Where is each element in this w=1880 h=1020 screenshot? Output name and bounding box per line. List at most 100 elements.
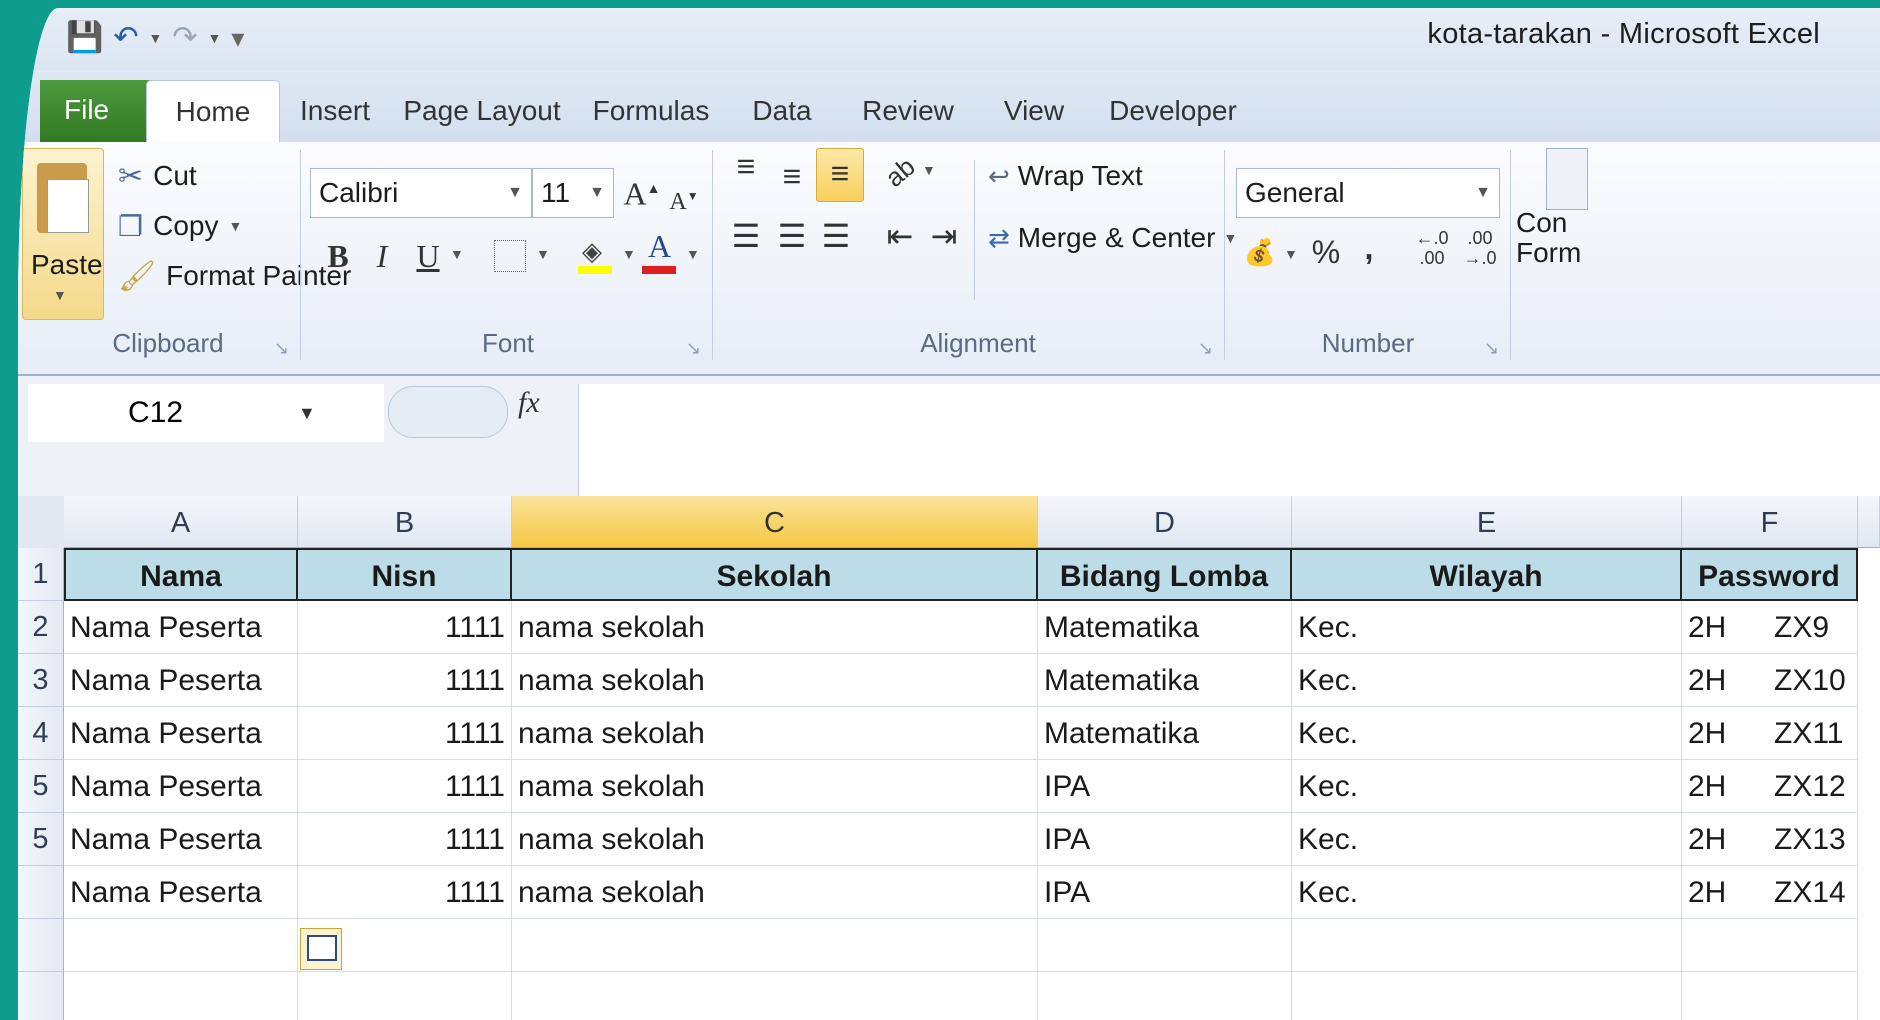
save-icon[interactable]: 💾 (66, 16, 103, 60)
align-bottom-icon[interactable]: ≡ (816, 148, 864, 202)
accounting-dropdown-icon[interactable]: ▼ (1284, 246, 1298, 262)
column-header-b[interactable]: B (298, 496, 512, 548)
cell-b7[interactable]: 1111 (298, 866, 512, 919)
fill-dropdown-icon[interactable]: ▼ (622, 246, 636, 262)
column-header-g[interactable] (1858, 496, 1880, 548)
worksheet-grid[interactable]: A B C D E F 1 2 3 4 5 5 Nama Nisn Sekola… (18, 496, 1880, 1020)
cell-d8[interactable] (1038, 919, 1292, 972)
conditional-formatting-button[interactable]: Con Form (1516, 208, 1581, 268)
cell-f4[interactable]: 2H ZX11 (1682, 707, 1858, 760)
cell-f8[interactable] (1682, 919, 1858, 972)
tab-home[interactable]: Home (146, 80, 280, 145)
comma-button[interactable]: , (1354, 224, 1384, 272)
column-header-a[interactable]: A (64, 496, 298, 548)
cell-e8[interactable] (1292, 919, 1682, 972)
cell-c3[interactable]: nama sekolah (512, 654, 1038, 707)
shrink-font-icon[interactable]: A▼ (666, 172, 702, 226)
row-header-7[interactable] (18, 866, 64, 919)
cell-a6[interactable]: Nama Peserta (64, 813, 298, 866)
select-all-button[interactable] (18, 496, 65, 549)
cell-f9[interactable] (1682, 972, 1858, 1020)
bold-button[interactable]: B (318, 232, 358, 280)
clipboard-launcher-icon[interactable]: ↘ (274, 338, 289, 359)
tab-file[interactable]: File (40, 80, 160, 142)
wrap-text-button[interactable]: ↩ Wrap Text (988, 152, 1143, 200)
italic-button[interactable]: I (362, 232, 402, 280)
underline-dropdown-icon[interactable]: ▼ (450, 246, 464, 262)
row-header-8[interactable] (18, 919, 64, 972)
cell-a2[interactable]: Nama Peserta (64, 601, 298, 654)
cell-e6[interactable]: Kec. (1292, 813, 1682, 866)
cell-d4[interactable]: Matematika (1038, 707, 1292, 760)
cell-b4[interactable]: 1111 (298, 707, 512, 760)
header-cell-nama[interactable]: Nama (64, 548, 298, 601)
tab-review[interactable]: Review (836, 80, 980, 142)
cell-a4[interactable]: Nama Peserta (64, 707, 298, 760)
undo-icon[interactable]: ↶ (113, 16, 138, 60)
tab-view[interactable]: View (982, 80, 1086, 142)
header-cell-nisn[interactable]: Nisn (298, 548, 512, 601)
copy-button[interactable]: ❐ Copy ▼ (118, 202, 242, 250)
cell-f2[interactable]: 2H ZX9 (1682, 601, 1858, 654)
number-format-combo[interactable]: General ▼ (1236, 168, 1500, 218)
cell-c4[interactable]: nama sekolah (512, 707, 1038, 760)
row-header-6[interactable]: 5 (18, 813, 64, 866)
accounting-format-icon[interactable]: 💰 (1240, 228, 1280, 276)
cell-e9[interactable] (1292, 972, 1682, 1020)
row-header-5[interactable]: 5 (18, 760, 64, 813)
row-header-4[interactable]: 4 (18, 707, 64, 760)
header-cell-wilayah[interactable]: Wilayah (1292, 548, 1682, 601)
cell-e7[interactable]: Kec. (1292, 866, 1682, 919)
increase-indent-icon[interactable]: ⇥ (924, 212, 964, 260)
cell-c5[interactable]: nama sekolah (512, 760, 1038, 813)
header-cell-password[interactable]: Password (1682, 548, 1858, 601)
redo-icon[interactable]: ↷ (172, 16, 197, 60)
increase-decimal-icon[interactable]: ←.0.00 (1412, 228, 1452, 268)
row-header-1[interactable]: 1 (18, 548, 64, 601)
cell-d7[interactable]: IPA (1038, 866, 1292, 919)
cell-a3[interactable]: Nama Peserta (64, 654, 298, 707)
cell-a5[interactable]: Nama Peserta (64, 760, 298, 813)
header-cell-bidang-lomba[interactable]: Bidang Lomba (1038, 548, 1292, 601)
font-color-icon[interactable]: A (642, 228, 678, 276)
column-header-d[interactable]: D (1038, 496, 1292, 548)
align-center-icon[interactable]: ☰ (772, 212, 812, 260)
fill-color-icon[interactable]: ◈ (578, 232, 614, 276)
cell-f5[interactable]: 2H ZX12 (1682, 760, 1858, 813)
tab-data[interactable]: Data (730, 80, 834, 142)
insert-function-icon[interactable]: fx (518, 386, 540, 420)
paste-button[interactable]: Paste ▼ (22, 148, 104, 320)
borders-dropdown-icon[interactable]: ▼ (536, 246, 550, 262)
cell-f3[interactable]: 2H ZX10 (1682, 654, 1858, 707)
header-cell-sekolah[interactable]: Sekolah (512, 548, 1038, 601)
font-launcher-icon[interactable]: ↘ (686, 338, 701, 359)
paste-options-button[interactable] (300, 928, 342, 970)
decrease-indent-icon[interactable]: ⇤ (880, 212, 920, 260)
cell-e2[interactable]: Kec. (1292, 601, 1682, 654)
cell-c9[interactable] (512, 972, 1038, 1020)
percent-button[interactable]: % (1306, 228, 1346, 276)
align-right-icon[interactable]: ☰ (816, 212, 856, 260)
cell-a8[interactable] (64, 919, 298, 972)
row-header-2[interactable]: 2 (18, 601, 64, 654)
number-launcher-icon[interactable]: ↘ (1484, 338, 1499, 359)
tab-page-layout[interactable]: Page Layout (392, 80, 572, 142)
cell-d9[interactable] (1038, 972, 1292, 1020)
tab-formulas[interactable]: Formulas (574, 80, 728, 142)
decrease-decimal-icon[interactable]: .00 →.0 (1460, 228, 1500, 268)
cell-a9[interactable] (64, 972, 298, 1020)
customize-qat-icon[interactable]: ▾ (231, 16, 244, 60)
font-color-dropdown-icon[interactable]: ▼ (686, 246, 700, 262)
cell-e5[interactable]: Kec. (1292, 760, 1682, 813)
orientation-dropdown-icon[interactable]: ▼ (922, 162, 936, 178)
cell-b6[interactable]: 1111 (298, 813, 512, 866)
column-header-e[interactable]: E (1292, 496, 1682, 548)
cell-b5[interactable]: 1111 (298, 760, 512, 813)
cell-d5[interactable]: IPA (1038, 760, 1292, 813)
merge-center-button[interactable]: ⇄ Merge & Center ▼ (988, 214, 1237, 262)
cell-d2[interactable]: Matematika (1038, 601, 1292, 654)
font-name-combo[interactable]: Calibri ▼ (310, 168, 532, 218)
formula-input[interactable] (578, 384, 1880, 496)
alignment-launcher-icon[interactable]: ↘ (1198, 338, 1213, 359)
row-header-9[interactable] (18, 972, 64, 1020)
